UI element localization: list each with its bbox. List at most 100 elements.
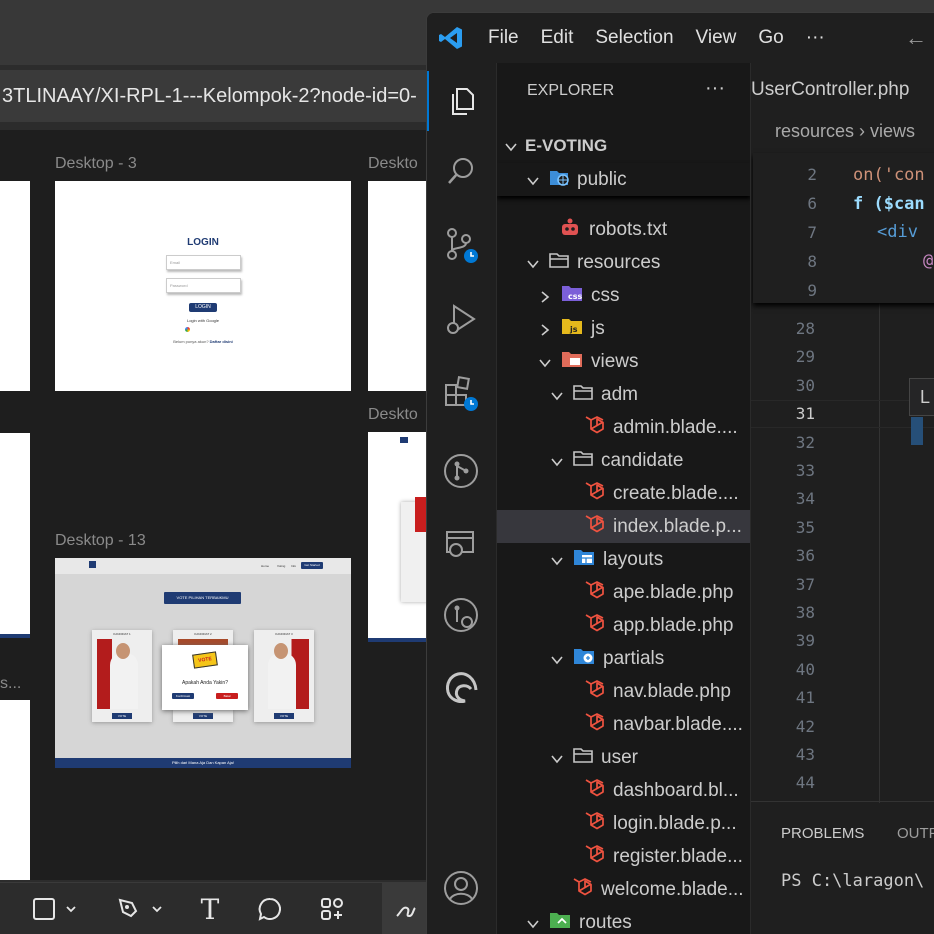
tree-file[interactable]: register.blade... xyxy=(497,840,750,873)
tree-folder[interactable]: views xyxy=(497,345,750,378)
account-icon xyxy=(444,871,478,905)
tree-file[interactable]: index.blade.p... xyxy=(497,510,750,543)
tree-folder[interactable]: css css xyxy=(497,279,750,312)
explorer-root[interactable]: E-VOTING xyxy=(497,129,750,162)
problems-tab[interactable]: PROBLEMS xyxy=(781,825,864,842)
line-number: 32 xyxy=(795,432,815,452)
login-password-field: Password xyxy=(166,278,241,293)
tree-file[interactable]: navbar.blade.... xyxy=(497,708,750,741)
rectangle-tool[interactable] xyxy=(24,883,84,934)
candidate-3-vote-button: VOTE xyxy=(274,713,294,719)
candidate-card-3: KANDIDAT 3 VOTE xyxy=(254,630,314,722)
explorer-activity[interactable] xyxy=(427,71,495,131)
comment-tool[interactable] xyxy=(250,883,290,934)
figma-canvas[interactable]: s... Desktop - 3 LOGIN Email Password LO… xyxy=(0,130,430,880)
candidate-3-person xyxy=(268,653,296,709)
chevron-down-icon xyxy=(549,751,563,765)
folder-icon xyxy=(549,251,569,275)
frame-desktop-13-vote[interactable]: Home Voting Info Get Started VOTE PILIHA… xyxy=(55,558,351,768)
search-activity[interactable] xyxy=(427,141,495,201)
vscode-logo-icon xyxy=(427,25,475,51)
pen-tool[interactable] xyxy=(108,883,170,934)
draw-mode-toggle[interactable] xyxy=(382,883,430,934)
chevron-down-icon xyxy=(66,906,76,913)
figma-file-path[interactable]: 3TLINAAY/XI-RPL-1---Kelompok-2?node-id=0… xyxy=(0,70,430,122)
chevron-down-icon xyxy=(525,256,539,270)
dialog-cancel-button: Batal xyxy=(216,693,238,699)
login-google-text: Login with Google xyxy=(186,318,220,323)
svg-text:css: css xyxy=(568,292,583,301)
menu-selection[interactable]: Selection xyxy=(584,27,684,49)
tree-folder[interactable]: partials xyxy=(497,642,750,675)
tree-label: E-VOTING xyxy=(525,135,608,155)
terminal-output[interactable]: PS C:\laragon\ xyxy=(781,871,924,891)
text-tool[interactable]: T xyxy=(190,883,230,934)
menu-view[interactable]: View xyxy=(685,27,748,49)
breadcrumb[interactable]: resources › views xyxy=(775,121,915,142)
tree-file[interactable]: dashboard.bl... xyxy=(497,774,750,807)
candidate-2-label: KANDIDAT 2 xyxy=(194,632,212,636)
frame-left-top[interactable] xyxy=(0,181,30,391)
frame-left-middle[interactable] xyxy=(0,433,30,638)
robot-icon xyxy=(559,217,581,243)
tree-file[interactable]: login.blade.p... xyxy=(497,807,750,840)
tree-label: dashboard.bl... xyxy=(613,779,739,801)
chevron-down-icon xyxy=(549,454,563,468)
tree-folder[interactable]: routes xyxy=(497,906,750,934)
github-actions-activity[interactable] xyxy=(427,585,495,645)
line-number: 37 xyxy=(795,574,815,594)
output-tab[interactable]: OUTP xyxy=(897,825,934,842)
vote-nav-voting: Voting xyxy=(277,564,286,568)
explorer-more-button[interactable]: ··· xyxy=(705,77,725,100)
tree-folder[interactable]: candidate xyxy=(497,444,750,477)
tree-file[interactable]: ape.blade.php xyxy=(497,576,750,609)
line-number: 36 xyxy=(795,546,815,566)
chevron-down-icon xyxy=(549,388,563,402)
menu-edit[interactable]: Edit xyxy=(530,27,585,49)
frame-desktop-right-top[interactable] xyxy=(368,181,430,391)
frame-left-bottom[interactable] xyxy=(0,700,30,880)
tree-label: index.blade.p... xyxy=(613,515,742,537)
tree-folder[interactable]: js js xyxy=(497,312,750,345)
laravel-icon xyxy=(583,414,605,442)
login-register-link: Daftar disini xyxy=(209,339,233,344)
vote-logo-icon xyxy=(89,561,96,568)
frame-desktop-right-middle[interactable] xyxy=(368,432,430,642)
frame-desktop-3-login[interactable]: LOGIN Email Password LOGIN Login with Go… xyxy=(55,181,351,391)
login-register-line: Belum punya akun? Daftar disini xyxy=(55,339,351,344)
line-number: 43 xyxy=(795,745,815,764)
candidate-1-person xyxy=(110,653,138,709)
vote-nav-get-started: Get Started xyxy=(301,562,323,569)
chevron-down-icon xyxy=(525,916,539,930)
edge-devtools-activity[interactable] xyxy=(427,657,495,717)
remote-explorer-activity[interactable] xyxy=(427,513,495,573)
folder-icon xyxy=(573,383,593,407)
menu-file[interactable]: File xyxy=(477,27,530,49)
tree-folder[interactable]: user xyxy=(497,741,750,774)
explorer-sidebar: EXPLORER ··· E-VOTINGpublicindex.phprobo… xyxy=(497,63,751,934)
tree-folder[interactable]: adm xyxy=(497,378,750,411)
run-debug-activity[interactable] xyxy=(427,289,495,349)
tree-file[interactable]: robots.txt xyxy=(497,213,750,246)
source-control-activity[interactable] xyxy=(427,215,495,275)
laravel-icon xyxy=(571,876,593,904)
git-graph-icon xyxy=(444,454,478,488)
editor-area: UserController.php resources › views 2 6 7… xyxy=(751,63,934,934)
tree-file[interactable]: nav.blade.php xyxy=(497,675,750,708)
tree-folder[interactable]: resources xyxy=(497,246,750,279)
tree-file[interactable]: welcome.blade... xyxy=(497,873,750,906)
editor-tab[interactable]: UserController.php xyxy=(751,79,909,101)
menu-more[interactable]: ··· xyxy=(795,27,836,49)
components-tool[interactable] xyxy=(312,883,352,934)
tree-folder[interactable]: public xyxy=(497,163,750,196)
tree-file[interactable]: app.blade.php xyxy=(497,609,750,642)
tree-file[interactable]: admin.blade.... xyxy=(497,411,750,444)
back-arrow-icon[interactable]: ← xyxy=(905,25,927,51)
extensions-activity[interactable] xyxy=(427,363,495,423)
tree-folder[interactable]: layouts xyxy=(497,543,750,576)
git-graph-activity[interactable] xyxy=(427,441,495,501)
tree-file[interactable]: create.blade.... xyxy=(497,477,750,510)
tree-label: layouts xyxy=(603,548,664,570)
accounts-activity[interactable] xyxy=(427,858,495,918)
menu-go[interactable]: Go xyxy=(747,27,794,49)
